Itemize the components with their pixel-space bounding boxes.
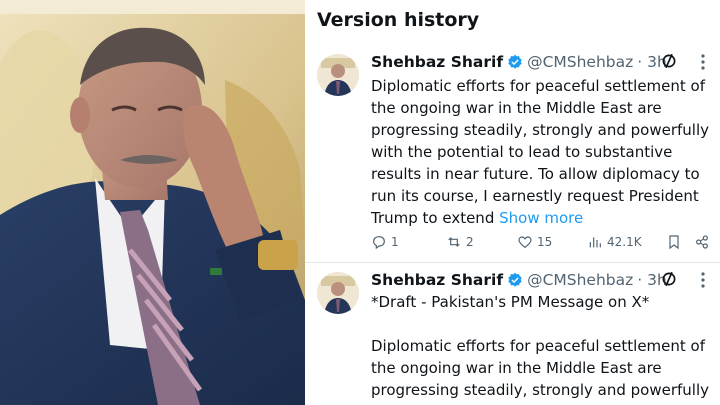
show-more-link[interactable]: Show more (499, 209, 583, 227)
tweet-text-line: with the potential to lead to substantiv… (371, 143, 673, 161)
repost-count: 2 (466, 235, 474, 249)
version-history-panel: Version history Shehbaz Sharif @CMShehba… (305, 0, 720, 405)
author-handle[interactable]: @CMShehbaz (527, 271, 633, 289)
tweet-text: *Draft - Pakistan's PM Message on X* Dip… (371, 291, 711, 401)
like-count: 15 (537, 235, 553, 249)
tweet-header: Shehbaz Sharif @CMShehbaz · 3h (371, 51, 667, 73)
verified-badge-icon (508, 272, 522, 287)
reply-button[interactable]: 1 (371, 233, 399, 251)
reply-icon (373, 236, 385, 250)
edit-history-icon[interactable] (660, 52, 678, 70)
bookmark-icon (669, 235, 679, 250)
tweet-text-line: the ongoing war in the Middle East are (371, 99, 662, 117)
views-icon (589, 237, 601, 248)
repost-button[interactable]: 2 (446, 233, 474, 251)
news-photo (0, 0, 305, 405)
tweet-text-line: run its course, I earnestly request Pres… (371, 187, 699, 205)
views-count: 42.1K (607, 235, 642, 249)
man-portrait-image (0, 0, 305, 405)
author-name[interactable]: Shehbaz Sharif (371, 271, 503, 289)
tweet-text-line: Diplomatic efforts for peaceful settleme… (371, 77, 706, 95)
like-button[interactable]: 15 (517, 233, 552, 251)
repost-icon (448, 237, 460, 247)
more-icon[interactable] (699, 54, 707, 70)
views-button[interactable]: 42.1K (587, 233, 642, 251)
tweet-text: Diplomatic efforts for peaceful settleme… (371, 75, 711, 229)
tweet-actions: 1 2 15 42.1K (371, 233, 716, 251)
draft-note: *Draft - Pakistan's PM Message on X* (371, 293, 650, 311)
avatar[interactable] (317, 54, 359, 96)
verified-badge-icon (508, 54, 522, 69)
edit-history-icon[interactable] (660, 270, 678, 288)
tweet-text-line: results in near future. To allow diploma… (371, 165, 700, 183)
author-name[interactable]: Shehbaz Sharif (371, 53, 503, 71)
tweet-text-line: the ongoing war in the Middle East are (371, 359, 662, 377)
bookmark-button[interactable] (666, 233, 682, 251)
share-button[interactable] (694, 233, 710, 251)
tweet-text-fragment: Trump to extend (371, 209, 500, 227)
like-icon (518, 236, 532, 249)
tweet-header: Shehbaz Sharif @CMShehbaz · 3h (371, 269, 667, 291)
panel-title: Version history (317, 9, 480, 31)
author-handle[interactable]: @CMShehbaz (527, 53, 633, 71)
tweet-text-line-last: Trump to extend Show more (371, 207, 711, 229)
divider (305, 262, 720, 263)
avatar[interactable] (317, 272, 359, 314)
tweet-text-line: progressing steadily, strongly and power… (371, 121, 710, 139)
more-icon[interactable] (699, 272, 707, 288)
reply-count: 1 (391, 235, 399, 249)
share-icon (696, 235, 708, 249)
tweet-text-line: Diplomatic efforts for peaceful settleme… (371, 337, 706, 355)
tweet-text-line: progressing steadily, strongly and power… (371, 381, 710, 399)
